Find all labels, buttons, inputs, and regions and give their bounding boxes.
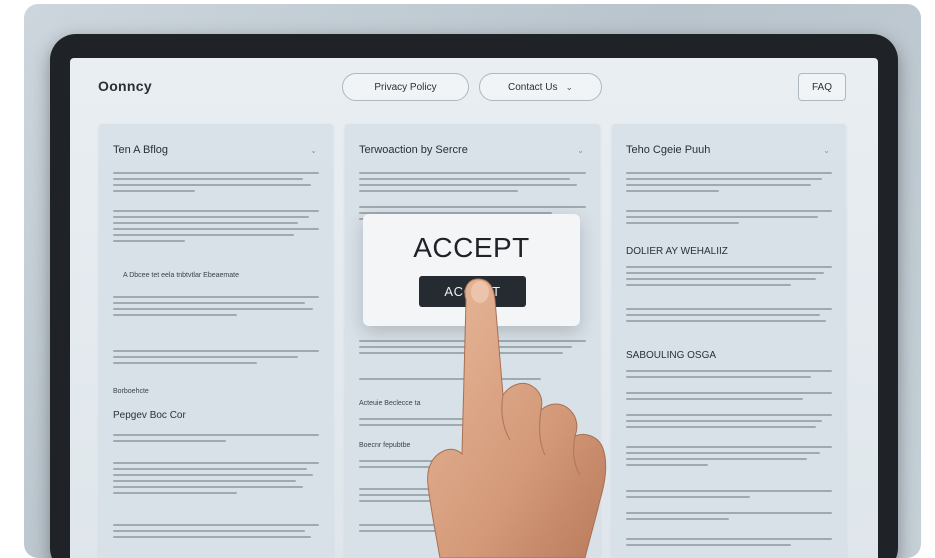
pointing-hand-icon: [427, 278, 607, 558]
